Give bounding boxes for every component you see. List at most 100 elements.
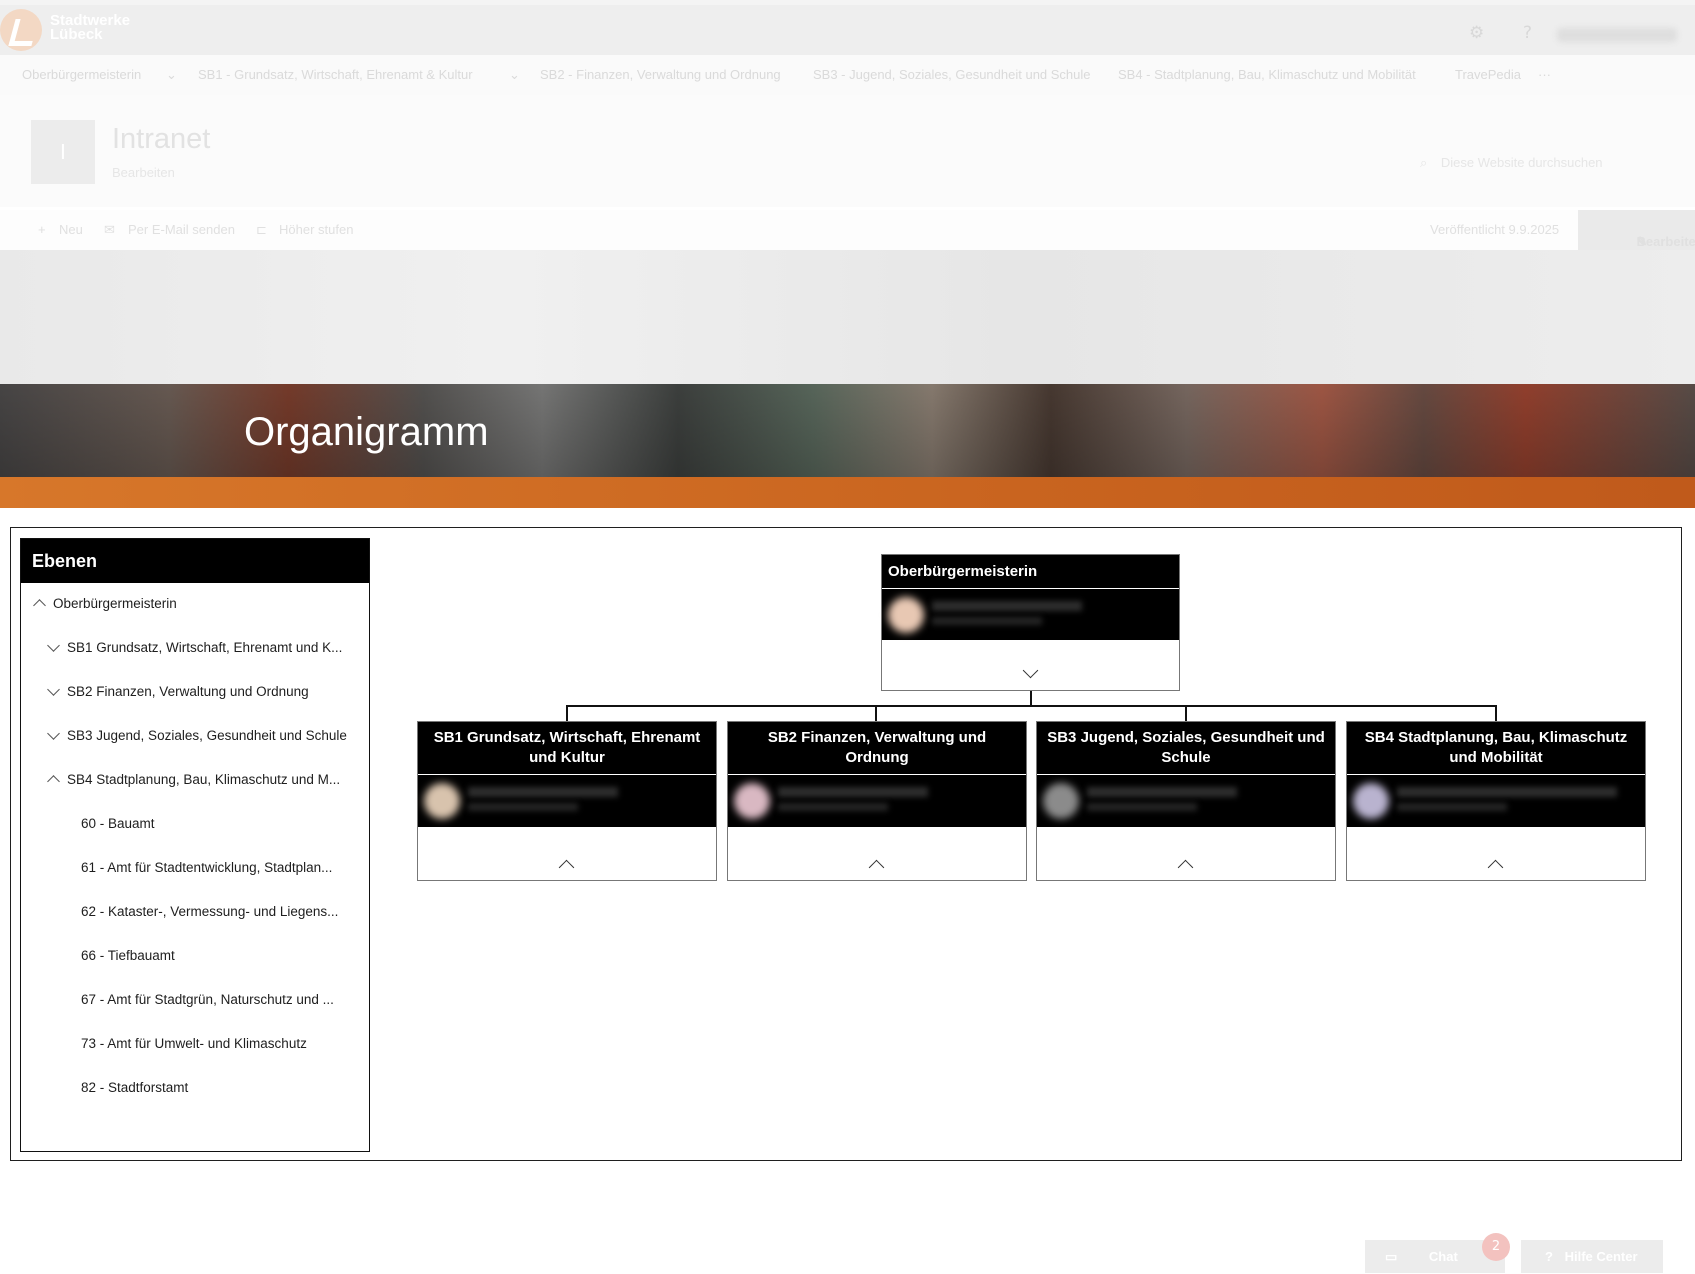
hub-nav-item[interactable]: TravePedia [1455,67,1521,82]
chevron-down-icon[interactable] [47,639,60,652]
chat-button-label: Chat [1428,1249,1458,1264]
user-account-menu[interactable] [1557,28,1677,42]
person-name-redacted [932,601,1082,611]
search-icon: ⌕ [1420,155,1428,170]
gear-icon[interactable]: ⚙ [1469,23,1484,43]
tree-item-sb1[interactable]: SB1 Grundsatz, Wirtschaft, Ehrenamt und … [45,639,343,655]
chevron-up-icon[interactable] [47,775,60,788]
edit-button[interactable]: ✎ Bearbeiten [1578,210,1695,250]
chevron-up-icon[interactable] [1487,859,1504,876]
person-name-redacted [778,787,928,797]
help-center-label: Hilfe Center [1564,1249,1638,1264]
org-node-sb3[interactable]: SB3 Jugend, Soziales, Gesundheit und Sch… [1036,721,1336,881]
mail-icon: ✉ [104,222,115,237]
chevron-up-icon[interactable] [33,599,46,612]
chevron-down-icon[interactable]: ⌄ [166,67,177,83]
org-node-person[interactable] [418,775,716,827]
hero-faded-area [0,250,1695,384]
org-node-person[interactable] [1347,775,1645,827]
promote-icon: ⊏ [256,222,267,237]
new-button[interactable]: Neu [59,222,83,237]
tree-item-label: SB4 Stadtplanung, Bau, Klimaschutz und M… [67,772,341,787]
email-button[interactable]: Per E-Mail senden [128,222,235,237]
promote-button[interactable]: Höher stufen [279,222,353,237]
chevron-up-icon[interactable] [1177,859,1194,876]
connector-line [566,705,1497,707]
chevron-down-icon[interactable]: ⌄ [509,67,520,83]
tree-item-label: SB1 Grundsatz, Wirtschaft, Ehrenamt und … [67,640,343,655]
site-header: I Intranet Bearbeiten ⌕ Diese Website du… [0,95,1695,207]
hero-banner: Organigramm [0,250,1695,477]
command-bar: + Neu ✉ Per E-Mail senden ⊏ Höher stufen… [0,210,1695,250]
tree-item-sb3[interactable]: SB3 Jugend, Soziales, Gesundheit und Sch… [45,727,347,743]
help-icon[interactable]: ? [1523,23,1532,43]
brand-name: Stadtwerke Lübeck [50,13,130,43]
brand-logo[interactable] [0,9,42,51]
tree-item-sb4[interactable]: SB4 Stadtplanung, Bau, Klimaschutz und M… [45,772,341,788]
org-node-person[interactable] [882,589,1179,640]
logo-mark-icon [8,19,39,46]
org-node-title: SB2 Finanzen, Verwaltung und Ordnung [728,722,1026,775]
site-title[interactable]: Intranet [112,123,210,156]
levels-panel: Ebenen Oberbürgermeisterin SB1 Grundsatz… [20,538,370,1152]
site-search-input[interactable]: ⌕ Diese Website durchsuchen [1420,155,1603,171]
tree-item-66[interactable]: 66 - Tiefbauamt [81,948,175,963]
site-logo[interactable]: I [31,120,95,184]
connector-line [566,705,568,722]
org-node-person[interactable] [728,775,1026,827]
tree-item-label: Oberbürgermeisterin [53,596,177,611]
tree-item-62[interactable]: 62 - Kataster-, Vermessung- und Liegens.… [81,904,338,919]
site-subtitle[interactable]: Bearbeiten [112,165,175,180]
org-node-title: Oberbürgermeisterin [882,555,1179,589]
help-center-button[interactable]: ? Hilfe Center [1521,1240,1663,1273]
hub-nav-item[interactable]: SB2 - Finanzen, Verwaltung und Ordnung [540,67,781,82]
chevron-up-icon[interactable] [558,859,575,876]
notification-badge: 2 [1482,1233,1510,1261]
person-role-redacted [932,617,1042,625]
person-name-redacted [468,787,618,797]
org-node-root[interactable]: Oberbürgermeisterin [881,554,1180,691]
avatar [1043,783,1079,819]
tree-item-73[interactable]: 73 - Amt für Umwelt- und Klimaschutz [81,1036,307,1051]
org-node-sb4[interactable]: SB4 Stadtplanung, Bau, Klimaschutz und M… [1346,721,1646,881]
suite-bar: Stadtwerke Lübeck ⚙ ? [0,0,1695,55]
tree-item-61[interactable]: 61 - Amt für Stadtentwicklung, Stadtplan… [81,860,332,875]
chat-icon: ▭ [1385,1249,1398,1264]
org-node-title: SB1 Grundsatz, Wirtschaft, Ehrenamt und … [418,722,716,775]
hub-nav-item[interactable]: Oberbürgermeisterin [22,67,141,82]
hub-nav-item[interactable]: SB4 - Stadtplanung, Bau, Klimaschutz und… [1118,67,1416,82]
brand-line2: Lübeck [50,26,103,43]
search-placeholder: Diese Website durchsuchen [1440,155,1603,170]
org-node-person[interactable] [1037,775,1335,827]
tree-item-67[interactable]: 67 - Amt für Stadtgrün, Naturschutz und … [81,992,334,1007]
chevron-down-icon[interactable] [1022,662,1038,679]
tree-item-60[interactable]: 60 - Bauamt [81,816,155,831]
connector-line [875,705,877,722]
tree-item-sb2[interactable]: SB2 Finanzen, Verwaltung und Ordnung [45,683,309,699]
org-node-title: SB4 Stadtplanung, Bau, Klimaschutz und M… [1347,722,1645,775]
avatar [1353,783,1389,819]
person-name-redacted [1397,787,1617,797]
tree-item-label: SB3 Jugend, Soziales, Gesundheit und Sch… [67,728,347,743]
chevron-down-icon[interactable] [47,683,60,696]
hub-navigation: Oberbürgermeisterin ⌄ SB1 - Grundsatz, W… [0,55,1695,95]
plus-icon: + [38,222,46,237]
org-node-sb1[interactable]: SB1 Grundsatz, Wirtschaft, Ehrenamt und … [417,721,717,881]
chevron-up-icon[interactable] [868,859,885,876]
hub-nav-item[interactable]: SB1 - Grundsatz, Wirtschaft, Ehrenamt & … [198,67,473,82]
accent-bar [0,477,1695,508]
more-icon[interactable]: ··· [1538,67,1551,82]
avatar [888,597,924,633]
hub-nav-item[interactable]: SB3 - Jugend, Soziales, Gesundheit und S… [813,67,1091,82]
page-title: Organigramm [244,410,489,454]
org-node-sb2[interactable]: SB2 Finanzen, Verwaltung und Ordnung [727,721,1027,881]
person-role-redacted [1087,803,1197,811]
connector-line [1030,691,1032,705]
tree-item-82[interactable]: 82 - Stadtforstamt [81,1080,188,1095]
help-icon: ? [1545,1249,1553,1264]
connector-line [1495,705,1497,722]
published-status: Veröffentlicht 9.9.2025 [1430,222,1560,237]
tree-item-oberbuergermeisterin[interactable]: Oberbürgermeisterin [31,596,177,612]
levels-heading: Ebenen [21,539,369,583]
chevron-down-icon[interactable] [47,727,60,740]
